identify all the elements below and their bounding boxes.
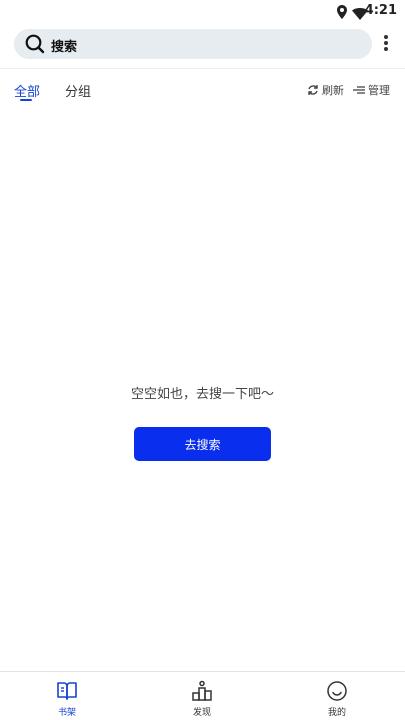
smile-icon	[327, 681, 347, 701]
nav-bookshelf-label: 书架	[57, 708, 76, 718]
refresh-icon	[308, 85, 318, 95]
manage-label: 管理	[368, 84, 390, 97]
tab-indicator	[20, 99, 32, 101]
nav-discover[interactable]: 发现	[172, 680, 232, 718]
more-dot-icon	[384, 41, 388, 45]
nav-mine[interactable]: 我的	[307, 680, 367, 718]
nav-mine-label: 我的	[327, 708, 346, 718]
location-icon	[337, 4, 347, 23]
more-dot-icon	[384, 47, 388, 51]
discover-icon	[192, 680, 212, 701]
search-icon	[25, 34, 45, 58]
more-menu-button[interactable]	[378, 34, 394, 54]
divider	[0, 68, 405, 69]
refresh-button[interactable]: 刷新	[307, 82, 344, 98]
status-bar: 4:21	[0, 0, 405, 24]
more-dot-icon	[384, 35, 388, 39]
book-icon	[57, 682, 77, 700]
refresh-label: 刷新	[322, 84, 344, 97]
nav-discover-label: 发现	[192, 708, 211, 718]
manage-button[interactable]: 管理	[353, 82, 390, 98]
manage-icon	[353, 86, 365, 94]
search-input[interactable]: 搜索	[14, 29, 372, 59]
tab-all[interactable]: 全部	[14, 81, 40, 100]
tab-group[interactable]: 分组	[65, 81, 91, 100]
empty-message: 空空如也，去搜一下吧〜	[130, 387, 274, 402]
status-time: 4:21	[364, 3, 397, 18]
search-label: 搜索	[51, 40, 78, 55]
go-search-button[interactable]: 去搜索	[134, 427, 271, 461]
bottom-nav: 书架 发现 我的	[0, 671, 405, 720]
nav-bookshelf[interactable]: 书架	[37, 680, 97, 718]
